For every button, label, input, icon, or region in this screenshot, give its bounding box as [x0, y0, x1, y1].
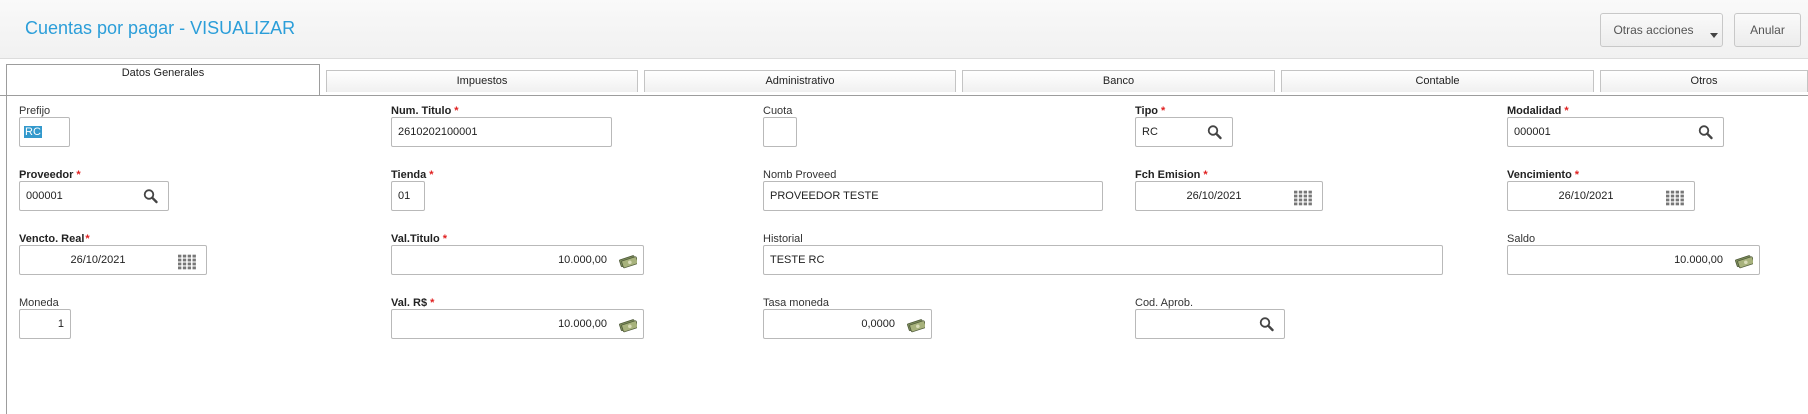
vencimiento-value: 26/10/2021 — [1558, 190, 1614, 202]
tienda-field[interactable]: 01 — [391, 181, 425, 211]
cuota-field[interactable] — [763, 117, 797, 147]
page-title: Cuentas por pagar - VISUALIZAR — [25, 18, 296, 38]
historial-value: TESTE RC — [770, 254, 825, 266]
page-header: Cuentas por pagar - VISUALIZAR Otras acc… — [0, 0, 1808, 59]
tab-divider — [0, 95, 1808, 96]
saldo-label: Saldo — [1507, 233, 1536, 245]
chevron-down-icon — [1710, 33, 1718, 38]
tasa-moneda-field[interactable]: 0,0000 — [763, 309, 932, 339]
tab-otros[interactable]: Otros — [1600, 70, 1808, 92]
num-titulo-label: Num. Titulo * — [391, 105, 459, 117]
money-icon[interactable] — [1735, 253, 1753, 269]
other-actions-label: Otras acciones — [1613, 23, 1694, 37]
vencimiento-label: Vencimiento * — [1507, 169, 1580, 181]
val-titulo-label: Val.Titulo * — [391, 233, 447, 245]
calendar-icon[interactable] — [178, 254, 196, 270]
tipo-label: Tipo * — [1135, 105, 1166, 117]
money-icon[interactable] — [907, 317, 925, 333]
tasa-moneda-label: Tasa moneda — [763, 297, 830, 309]
saldo-field[interactable]: 10.000,00 — [1507, 245, 1760, 275]
moneda-field[interactable]: 1 — [19, 309, 71, 339]
calendar-icon[interactable] — [1666, 190, 1684, 206]
val-rs-value: 10.000,00 — [558, 318, 607, 330]
tab-label: Otros — [1690, 75, 1718, 87]
moneda-value: 1 — [57, 318, 64, 330]
tab-label: Banco — [1102, 75, 1135, 87]
saldo-value: 10.000,00 — [1674, 254, 1723, 266]
tab-label: Administrativo — [765, 75, 835, 87]
panel-border — [6, 96, 7, 414]
modalidad-label: Modalidad * — [1507, 105, 1569, 117]
search-icon[interactable] — [142, 188, 160, 204]
tienda-label: Tienda * — [391, 169, 434, 181]
tab-administrativo[interactable]: Administrativo — [644, 70, 956, 92]
cancel-button[interactable]: Anular — [1734, 13, 1801, 47]
tab-banco[interactable]: Banco — [962, 70, 1275, 92]
val-titulo-value: 10.000,00 — [558, 254, 607, 266]
historial-label: Historial — [763, 233, 803, 245]
vencimiento-field[interactable]: 26/10/2021 — [1507, 181, 1695, 211]
tienda-value: 01 — [398, 190, 411, 202]
tab-label: Impuestos — [456, 75, 508, 87]
val-rs-field[interactable]: 10.000,00 — [391, 309, 644, 339]
val-titulo-field[interactable]: 10.000,00 — [391, 245, 644, 275]
fch-emision-field[interactable]: 26/10/2021 — [1135, 181, 1323, 211]
vencto-real-field[interactable]: 26/10/2021 — [19, 245, 207, 275]
modalidad-value: 000001 — [1514, 126, 1551, 138]
modalidad-field[interactable]: 000001 — [1507, 117, 1724, 147]
prefijo-value: RC — [24, 126, 42, 138]
search-icon[interactable] — [1258, 316, 1276, 332]
cancel-label: Anular — [1750, 23, 1785, 37]
prefijo-field[interactable]: RC — [19, 117, 70, 147]
other-actions-button[interactable]: Otras acciones — [1600, 13, 1723, 47]
cuota-label: Cuota — [763, 105, 793, 117]
moneda-label: Moneda — [19, 297, 59, 309]
tab-bar: Datos Generales Impuestos Administrativo… — [0, 63, 1808, 98]
proveedor-label: Proveedor * — [19, 169, 81, 181]
money-icon[interactable] — [619, 253, 637, 269]
tab-label: Datos Generales — [121, 67, 205, 79]
cod-aprob-field[interactable] — [1135, 309, 1285, 339]
vencto-real-label: Vencto. Real* — [19, 233, 90, 245]
nomb-proveed-field[interactable]: PROVEEDOR TESTE — [763, 181, 1103, 211]
nomb-proveed-label: Nomb Proveed — [763, 169, 837, 181]
tipo-value: RC — [1142, 126, 1158, 138]
fch-emision-label: Fch Emision * — [1135, 169, 1208, 181]
tab-contable[interactable]: Contable — [1281, 70, 1594, 92]
cod-aprob-label: Cod. Aprob. — [1135, 297, 1194, 309]
search-icon[interactable] — [1697, 124, 1715, 140]
proveedor-field[interactable]: 000001 — [19, 181, 169, 211]
tipo-field[interactable]: RC — [1135, 117, 1233, 147]
vencto-real-value: 26/10/2021 — [70, 254, 126, 266]
val-rs-label: Val. R$ * — [391, 297, 435, 309]
historial-field[interactable]: TESTE RC — [763, 245, 1443, 275]
calendar-icon[interactable] — [1294, 190, 1312, 206]
prefijo-label: Prefijo — [19, 105, 51, 117]
search-icon[interactable] — [1206, 124, 1224, 140]
tasa-moneda-value: 0,0000 — [861, 318, 895, 330]
fch-emision-value: 26/10/2021 — [1186, 190, 1242, 202]
proveedor-value: 000001 — [26, 190, 63, 202]
money-icon[interactable] — [619, 317, 637, 333]
tab-datos-generales[interactable]: Datos Generales — [6, 64, 320, 95]
num-titulo-field[interactable]: 2610202100001 — [391, 117, 612, 147]
tab-impuestos[interactable]: Impuestos — [326, 70, 638, 92]
tab-label: Contable — [1415, 75, 1460, 87]
num-titulo-value: 2610202100001 — [398, 126, 478, 138]
nomb-proveed-value: PROVEEDOR TESTE — [770, 190, 879, 202]
